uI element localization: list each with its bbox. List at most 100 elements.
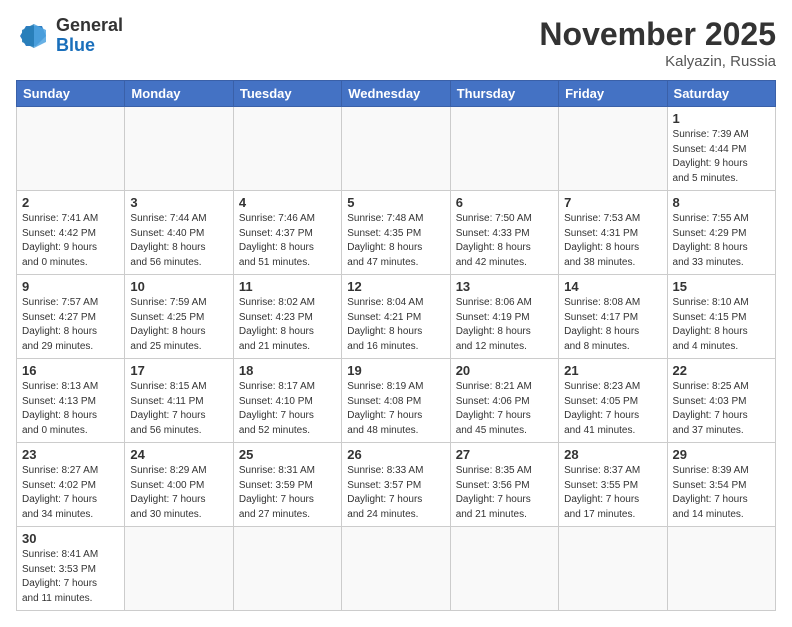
day-cell: 20Sunrise: 8:21 AM Sunset: 4:06 PM Dayli… — [450, 359, 558, 443]
day-cell: 10 Sunrise: 7:59 AM Sunset: 4:25 PM Dayli… — [125, 275, 233, 359]
day-number: 1 — [673, 111, 770, 126]
day-number: 12 — [347, 279, 444, 294]
day-info: Sunrise: 8:23 AM Sunset: 4:05 PM Dayligh… — [564, 380, 661, 438]
day-number: 15 — [673, 279, 770, 294]
day-number: 19 — [347, 363, 444, 378]
day-cell: 6 Sunrise: 7:50 AM Sunset: 4:33 PM Daylig… — [450, 191, 558, 275]
day-number: 11 — [239, 279, 336, 294]
week-row-5: 23 Sunrise: 8:27 AM Sunset: 4:02 PM Dayli… — [17, 443, 776, 527]
month-title: November 2025 — [539, 16, 776, 53]
day-info: Sunrise: 7:59 AM Sunset: 4:25 PM Dayligh… — [130, 296, 227, 354]
day-info: Sunrise: 8:25 AM Sunset: 4:03 PM Dayligh… — [673, 380, 770, 438]
day-cell — [559, 527, 667, 611]
day-info: Sunrise: 7:46 AM Sunset: 4:37 PM Dayligh… — [239, 212, 336, 270]
day-cell: 7Sunrise: 7:53 AM Sunset: 4:31 PM Daylig… — [559, 191, 667, 275]
day-cell: 14Sunrise: 8:08 AM Sunset: 4:17 PM Dayli… — [559, 275, 667, 359]
day-info: Sunrise: 8:06 AM Sunset: 4:19 PM Dayligh… — [456, 296, 553, 354]
day-cell: 27 Sunrise: 8:35 AM Sunset: 3:56 PM Dayli… — [450, 443, 558, 527]
day-number: 18 — [239, 363, 336, 378]
day-number: 13 — [456, 279, 553, 294]
day-info: Sunrise: 8:33 AM Sunset: 3:57 PM Dayligh… — [347, 464, 444, 522]
day-number: 26 — [347, 447, 444, 462]
day-number: 8 — [673, 195, 770, 210]
day-cell — [450, 527, 558, 611]
day-number: 30 — [22, 531, 119, 546]
day-info: Sunrise: 8:08 AM Sunset: 4:17 PM Dayligh… — [564, 296, 661, 354]
day-cell: 30Sunrise: 8:41 AM Sunset: 3:53 PM Dayli… — [17, 527, 125, 611]
weekday-header-saturday: Saturday — [667, 81, 775, 107]
location: Kalyazin, Russia — [539, 53, 776, 70]
day-cell: 3 Sunrise: 7:44 AM Sunset: 4:40 PM Daylig… — [125, 191, 233, 275]
day-cell: 5 Sunrise: 7:48 AM Sunset: 4:35 PM Daylig… — [342, 191, 450, 275]
day-cell: 11 Sunrise: 8:02 AM Sunset: 4:23 PM Dayli… — [233, 275, 341, 359]
logo-icon — [16, 22, 52, 50]
day-number: 22 — [673, 363, 770, 378]
day-number: 16 — [22, 363, 119, 378]
day-cell — [17, 107, 125, 191]
week-row-2: 2 Sunrise: 7:41 AM Sunset: 4:42 PM Daylig… — [17, 191, 776, 275]
day-number: 24 — [130, 447, 227, 462]
day-info: Sunrise: 8:27 AM Sunset: 4:02 PM Dayligh… — [22, 464, 119, 522]
day-cell: 2 Sunrise: 7:41 AM Sunset: 4:42 PM Daylig… — [17, 191, 125, 275]
week-row-6: 30Sunrise: 8:41 AM Sunset: 3:53 PM Dayli… — [17, 527, 776, 611]
day-cell: 9 Sunrise: 7:57 AM Sunset: 4:27 PM Daylig… — [17, 275, 125, 359]
day-cell: 12 Sunrise: 8:04 AM Sunset: 4:21 PM Dayli… — [342, 275, 450, 359]
day-info: Sunrise: 8:19 AM Sunset: 4:08 PM Dayligh… — [347, 380, 444, 438]
day-info: Sunrise: 8:04 AM Sunset: 4:21 PM Dayligh… — [347, 296, 444, 354]
day-info: Sunrise: 7:57 AM Sunset: 4:27 PM Dayligh… — [22, 296, 119, 354]
day-info: Sunrise: 7:50 AM Sunset: 4:33 PM Dayligh… — [456, 212, 553, 270]
day-number: 9 — [22, 279, 119, 294]
day-number: 27 — [456, 447, 553, 462]
day-number: 3 — [130, 195, 227, 210]
day-cell: 18Sunrise: 8:17 AM Sunset: 4:10 PM Dayli… — [233, 359, 341, 443]
day-cell: 1 Sunrise: 7:39 AM Sunset: 4:44 PM Daylig… — [667, 107, 775, 191]
day-number: 23 — [22, 447, 119, 462]
weekday-header-monday: Monday — [125, 81, 233, 107]
day-number: 7 — [564, 195, 661, 210]
day-number: 10 — [130, 279, 227, 294]
day-cell: 23 Sunrise: 8:27 AM Sunset: 4:02 PM Dayli… — [17, 443, 125, 527]
day-info: Sunrise: 8:31 AM Sunset: 3:59 PM Dayligh… — [239, 464, 336, 522]
day-number: 20 — [456, 363, 553, 378]
day-number: 25 — [239, 447, 336, 462]
day-cell: 28Sunrise: 8:37 AM Sunset: 3:55 PM Dayli… — [559, 443, 667, 527]
day-cell: 24 Sunrise: 8:29 AM Sunset: 4:00 PM Dayli… — [125, 443, 233, 527]
logo-text: General Blue — [56, 16, 123, 56]
day-number: 29 — [673, 447, 770, 462]
page-header: General Blue November 2025 Kalyazin, Rus… — [16, 16, 776, 70]
day-info: Sunrise: 8:02 AM Sunset: 4:23 PM Dayligh… — [239, 296, 336, 354]
weekday-header-row: SundayMondayTuesdayWednesdayThursdayFrid… — [17, 81, 776, 107]
calendar: SundayMondayTuesdayWednesdayThursdayFrid… — [16, 80, 776, 611]
day-number: 28 — [564, 447, 661, 462]
day-cell: 8 Sunrise: 7:55 AM Sunset: 4:29 PM Daylig… — [667, 191, 775, 275]
day-info: Sunrise: 7:48 AM Sunset: 4:35 PM Dayligh… — [347, 212, 444, 270]
day-cell — [125, 527, 233, 611]
week-row-4: 16 Sunrise: 8:13 AM Sunset: 4:13 PM Dayli… — [17, 359, 776, 443]
day-number: 2 — [22, 195, 119, 210]
day-number: 5 — [347, 195, 444, 210]
day-number: 6 — [456, 195, 553, 210]
weekday-header-sunday: Sunday — [17, 81, 125, 107]
day-info: Sunrise: 8:13 AM Sunset: 4:13 PM Dayligh… — [22, 380, 119, 438]
day-info: Sunrise: 7:41 AM Sunset: 4:42 PM Dayligh… — [22, 212, 119, 270]
day-info: Sunrise: 7:39 AM Sunset: 4:44 PM Dayligh… — [673, 128, 770, 186]
day-info: Sunrise: 8:39 AM Sunset: 3:54 PM Dayligh… — [673, 464, 770, 522]
logo: General Blue — [16, 16, 123, 56]
day-cell — [667, 527, 775, 611]
day-cell: 19 Sunrise: 8:19 AM Sunset: 4:08 PM Dayli… — [342, 359, 450, 443]
day-info: Sunrise: 8:29 AM Sunset: 4:00 PM Dayligh… — [130, 464, 227, 522]
day-info: Sunrise: 8:35 AM Sunset: 3:56 PM Dayligh… — [456, 464, 553, 522]
weekday-header-wednesday: Wednesday — [342, 81, 450, 107]
day-cell: 13 Sunrise: 8:06 AM Sunset: 4:19 PM Dayli… — [450, 275, 558, 359]
day-cell: 17Sunrise: 8:15 AM Sunset: 4:11 PM Dayli… — [125, 359, 233, 443]
day-number: 21 — [564, 363, 661, 378]
day-info: Sunrise: 7:55 AM Sunset: 4:29 PM Dayligh… — [673, 212, 770, 270]
day-info: Sunrise: 7:44 AM Sunset: 4:40 PM Dayligh… — [130, 212, 227, 270]
weekday-header-tuesday: Tuesday — [233, 81, 341, 107]
day-cell — [125, 107, 233, 191]
title-block: November 2025 Kalyazin, Russia — [539, 16, 776, 70]
day-cell: 22 Sunrise: 8:25 AM Sunset: 4:03 PM Dayli… — [667, 359, 775, 443]
week-row-1: 1 Sunrise: 7:39 AM Sunset: 4:44 PM Daylig… — [17, 107, 776, 191]
day-number: 4 — [239, 195, 336, 210]
day-cell: 26 Sunrise: 8:33 AM Sunset: 3:57 PM Dayli… — [342, 443, 450, 527]
